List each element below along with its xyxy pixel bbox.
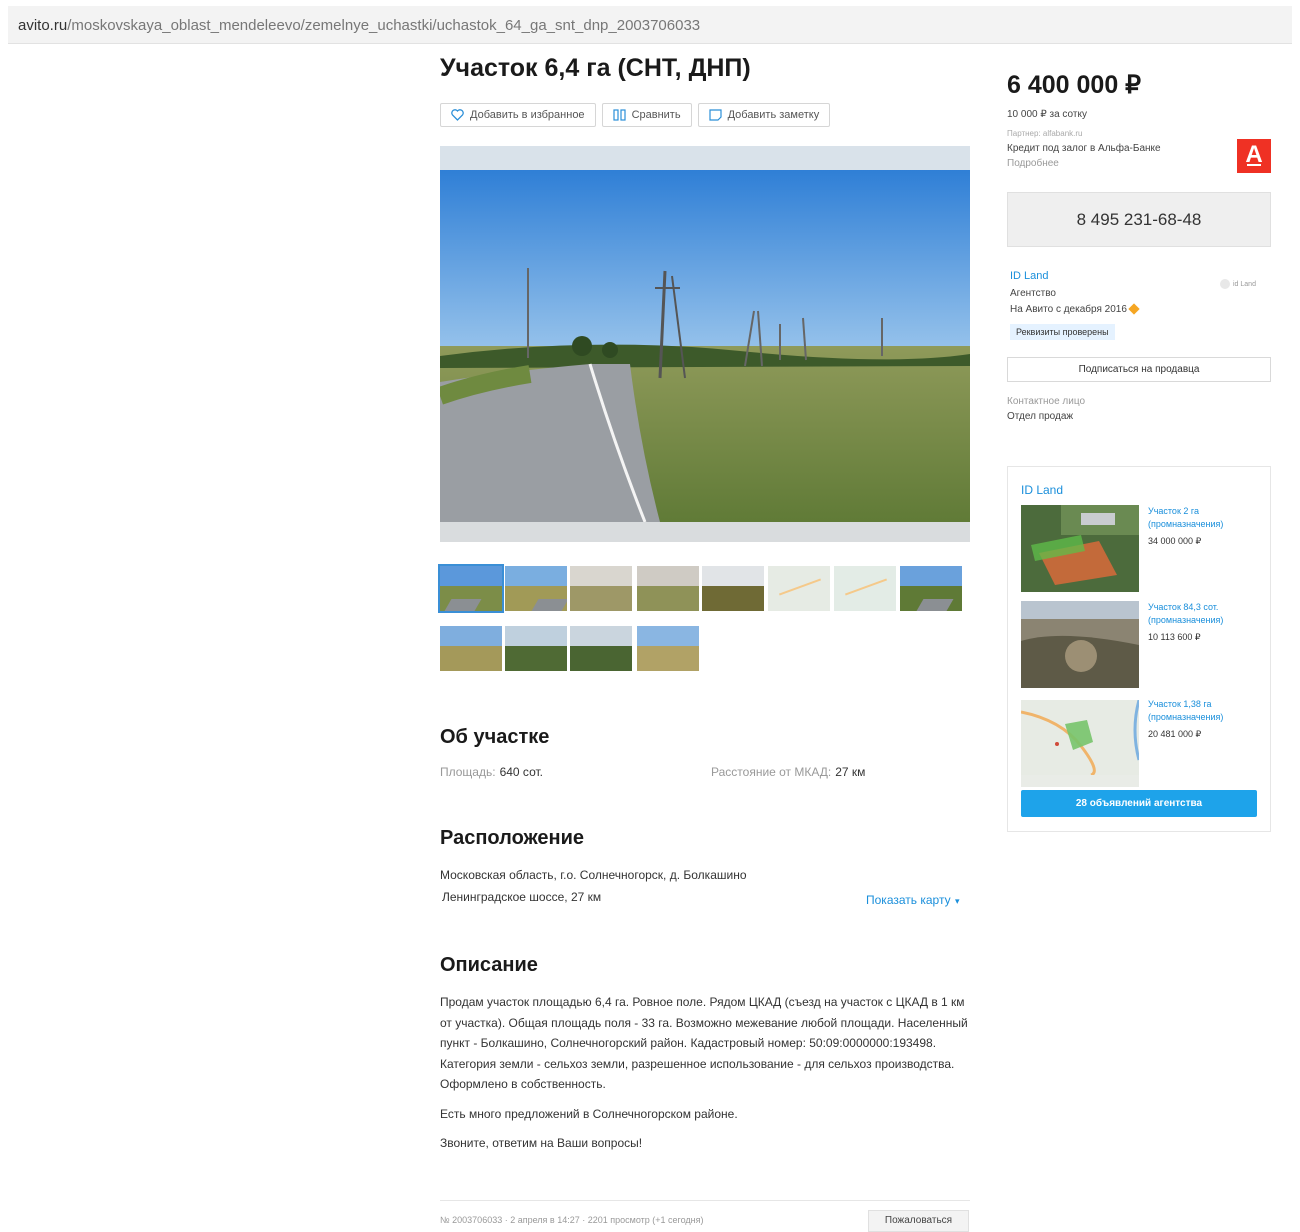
distance-param: Расстояние от МКАД: 27 км <box>711 765 865 779</box>
chevron-down-icon: ▾ <box>955 896 960 906</box>
aerial-photo <box>1021 601 1139 688</box>
lot-price: 10 113 600 ₽ <box>1148 632 1201 642</box>
seller-since: На Авито с декабря 2016 <box>1010 303 1140 316</box>
lot-price: 34 000 000 ₽ <box>1148 536 1202 546</box>
compare-button[interactable]: Сравнить <box>601 103 692 127</box>
main-photo[interactable] <box>440 146 970 542</box>
show-map-link[interactable]: Показать карту ▾ <box>866 891 960 909</box>
note-icon <box>708 109 722 121</box>
thumbnail[interactable] <box>900 566 962 611</box>
add-favorite-label: Добавить в избранное <box>470 109 585 121</box>
description-paragraph: Продам участок площадью 6,4 га. Ровное п… <box>440 995 968 1091</box>
contact-label: Контактное лицо <box>1007 396 1086 407</box>
credit-link[interactable]: Кредит под залог в Альфа-Банке <box>1007 143 1161 154</box>
add-favorite-button[interactable]: Добавить в избранное <box>440 103 596 127</box>
thumbnail[interactable] <box>637 626 699 671</box>
lot-image[interactable] <box>1021 700 1139 787</box>
price: 6 400 000 ₽ <box>1007 71 1142 99</box>
show-phone-button[interactable]: 8 495 231-68-48 <box>1007 192 1271 247</box>
complain-button[interactable]: Пожаловаться <box>868 1210 969 1232</box>
add-note-label: Добавить заметку <box>727 109 820 121</box>
partner-line: Партнер: alfabank.ru <box>1007 129 1083 138</box>
agency-title-link[interactable]: ID Land <box>1021 483 1063 497</box>
heart-icon <box>451 109 464 121</box>
seller-logo[interactable]: id Land <box>1220 276 1264 292</box>
seller-logo-text: id Land <box>1233 280 1256 288</box>
area-param: Площадь: 640 сот. <box>440 765 543 779</box>
distance-value: 27 км <box>835 765 866 779</box>
alfa-bank-logo[interactable]: А <box>1237 139 1271 173</box>
lot-title-link[interactable]: Участок 1,38 га (промназначения) <box>1148 698 1258 724</box>
price-per-sotka: 10 000 ₽ за сотку <box>1007 109 1087 120</box>
subscribe-seller-button[interactable]: Подписаться на продавца <box>1007 357 1271 382</box>
thumbnail[interactable] <box>505 626 567 671</box>
contact-value: Отдел продаж <box>1007 411 1074 422</box>
location-heading: Расположение <box>440 827 585 849</box>
verified-badge: Реквизиты проверены <box>1010 324 1115 340</box>
listing-actions: Добавить в избранное Сравнить Добавить з… <box>440 103 831 127</box>
thumbnail[interactable] <box>438 564 504 613</box>
area-label: Площадь: <box>440 765 496 779</box>
badge-icon <box>1128 303 1140 316</box>
lot-title-link[interactable]: Участок 2 га (промназначения) <box>1148 505 1258 531</box>
more-link[interactable]: Подробнее <box>1007 158 1059 169</box>
lot-image[interactable] <box>1021 505 1139 592</box>
seller-since-text: На Авито с декабря 2016 <box>1010 304 1127 315</box>
thumbnail[interactable] <box>570 566 632 611</box>
thumbnail-map[interactable] <box>834 566 896 611</box>
show-map-label: Показать карту <box>866 893 951 907</box>
listing-title: Участок 6,4 га (СНТ, ДНП) <box>440 54 751 82</box>
map-image <box>1021 700 1139 777</box>
lot-price: 20 481 000 ₽ <box>1148 729 1202 739</box>
description-text: Продам участок площадью 6,4 га. Ровное п… <box>440 992 970 1163</box>
landscape-photo <box>440 146 970 542</box>
highway-line: Ленинградское шоссе, 27 км <box>442 890 602 904</box>
listing-meta-text: № 2003706033 · 2 апреля в 14:27 · 2201 п… <box>440 1215 704 1225</box>
thumbnail[interactable] <box>440 626 502 671</box>
url-path: /moskovskaya_oblast_mendeleevo/zemelnye_… <box>67 17 701 34</box>
area-value: 640 сот. <box>499 765 543 779</box>
thumbnail[interactable] <box>702 566 764 611</box>
thumbnail[interactable] <box>505 566 567 611</box>
url-domain: avito.ru <box>18 17 68 34</box>
lot-image[interactable] <box>1021 601 1139 688</box>
compare-label: Сравнить <box>631 109 681 121</box>
description-paragraph: Есть много предложений в Солнечногорском… <box>440 1106 738 1121</box>
seller-type: Агентство <box>1010 288 1056 299</box>
agency-listings-button[interactable]: 28 объявлений агентства <box>1021 790 1257 817</box>
description-paragraph: Звоните, ответим на Ваши вопросы! <box>440 1136 643 1150</box>
thumbnail-map[interactable] <box>768 566 830 611</box>
address-line: Московская область, г.о. Солнечногорск, … <box>440 868 747 882</box>
seller-name-link[interactable]: ID Land <box>1010 270 1049 282</box>
thumbnail[interactable] <box>637 566 699 611</box>
about-heading: Об участке <box>440 726 550 748</box>
lot-title-link[interactable]: Участок 84,3 сот. (промназначения) <box>1148 601 1258 627</box>
address-bar[interactable]: avito.ru/moskovskaya_oblast_mendeleevo/z… <box>8 6 1292 44</box>
description-heading: Описание <box>440 954 538 976</box>
add-note-button[interactable]: Добавить заметку <box>697 103 831 127</box>
compare-icon <box>612 109 626 121</box>
seller-logo-icon <box>1220 279 1230 289</box>
distance-label: Расстояние от МКАД: <box>711 765 832 779</box>
thumbnail[interactable] <box>570 626 632 671</box>
aerial-photo <box>1021 505 1139 592</box>
